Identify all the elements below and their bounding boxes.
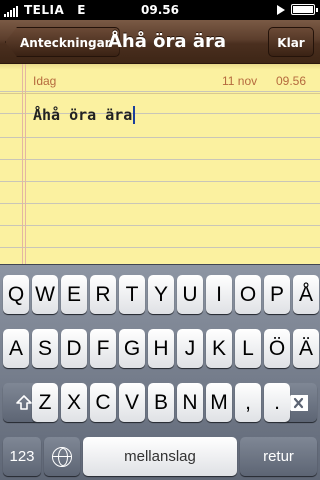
- globe-key[interactable]: [44, 437, 80, 476]
- note-date-label: Idag: [33, 74, 57, 88]
- margin-line: [25, 64, 26, 264]
- nav-title: Åhå öra ära: [108, 31, 226, 52]
- key-0-row3[interactable]: Z: [32, 383, 58, 422]
- done-button[interactable]: Klar: [268, 27, 314, 57]
- key-7-row3[interactable]: ,: [235, 383, 261, 422]
- key-5-row1[interactable]: Y: [148, 275, 174, 314]
- note-text[interactable]: Åhå öra ära: [33, 106, 132, 124]
- key-6-row2[interactable]: J: [177, 329, 203, 368]
- key-10-row2[interactable]: Ä: [293, 329, 319, 368]
- play-icon: [277, 4, 285, 15]
- key-6-row3[interactable]: M: [206, 383, 232, 422]
- key-8-row1[interactable]: O: [235, 275, 261, 314]
- keyboard: 123 mellanslag retur QWERTYUIOPÅ ASDFGHJK…: [0, 264, 320, 480]
- key-10-row1[interactable]: Å: [293, 275, 319, 314]
- return-key[interactable]: retur: [240, 437, 317, 476]
- key-8-row3[interactable]: .: [264, 383, 290, 422]
- key-7-row2[interactable]: K: [206, 329, 232, 368]
- battery-icon: [291, 4, 318, 15]
- key-9-row2[interactable]: Ö: [264, 329, 290, 368]
- key-1-row2[interactable]: S: [32, 329, 58, 368]
- note-time: 09.56: [276, 74, 307, 88]
- note-divider: [0, 93, 320, 94]
- key-1-row1[interactable]: W: [32, 275, 58, 314]
- key-5-row2[interactable]: H: [148, 329, 174, 368]
- note-paper[interactable]: Idag 11 nov 09.56 Åhå öra ära: [0, 64, 320, 264]
- shift-icon: [16, 394, 32, 410]
- key-2-row2[interactable]: D: [61, 329, 87, 368]
- text-cursor: [133, 106, 136, 124]
- nav-bar: Anteckningar Åhå öra ära Klar: [0, 20, 320, 64]
- key-6-row1[interactable]: U: [177, 275, 203, 314]
- status-right: [277, 4, 318, 15]
- key-0-row2[interactable]: A: [3, 329, 29, 368]
- key-4-row1[interactable]: T: [119, 275, 145, 314]
- key-2-row1[interactable]: E: [61, 275, 87, 314]
- key-7-row1[interactable]: I: [206, 275, 232, 314]
- battery-fill: [293, 6, 313, 13]
- status-bar: TELIA E 09.56: [0, 0, 320, 20]
- key-9-row1[interactable]: P: [264, 275, 290, 314]
- key-3-row3[interactable]: V: [119, 383, 145, 422]
- key-0-row1[interactable]: Q: [3, 275, 29, 314]
- space-key[interactable]: mellanslag: [83, 437, 237, 476]
- key-2-row3[interactable]: C: [90, 383, 116, 422]
- margin-line: [22, 64, 23, 264]
- key-8-row2[interactable]: L: [235, 329, 261, 368]
- globe-icon: [52, 446, 72, 467]
- key-4-row3[interactable]: B: [148, 383, 174, 422]
- numbers-key[interactable]: 123: [3, 437, 41, 476]
- note-date: 11 nov: [222, 74, 258, 88]
- back-button-notes[interactable]: Anteckningar: [5, 27, 120, 57]
- status-time: 09.56: [141, 3, 179, 17]
- key-1-row3[interactable]: X: [61, 383, 87, 422]
- key-3-row1[interactable]: R: [90, 275, 116, 314]
- key-4-row2[interactable]: G: [119, 329, 145, 368]
- key-3-row2[interactable]: F: [90, 329, 116, 368]
- note-body-text[interactable]: Åhå öra ära: [33, 106, 136, 124]
- key-5-row3[interactable]: N: [177, 383, 203, 422]
